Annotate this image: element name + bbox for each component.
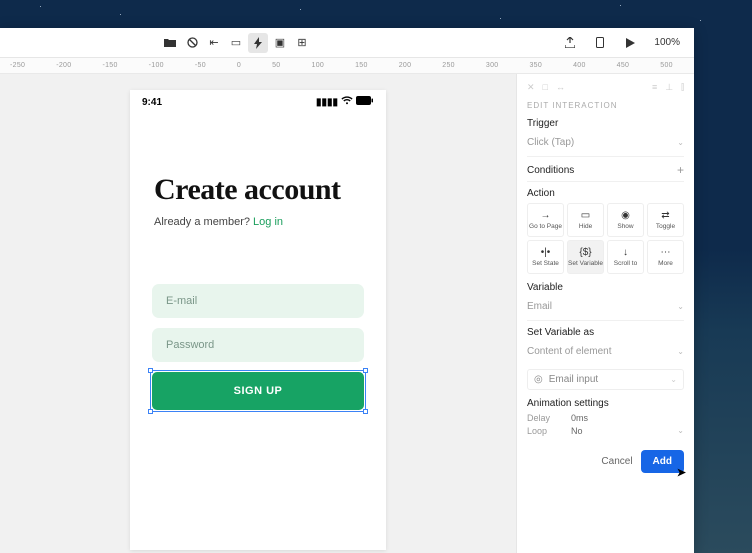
setvar-select[interactable]: Content of element⌄ [527, 342, 684, 365]
chevron-down-icon: ⌄ [677, 302, 684, 311]
password-field[interactable]: Password [152, 328, 364, 362]
signup-button[interactable]: SIGN UP [152, 372, 364, 410]
eye-icon: ◉ [621, 211, 630, 221]
panel-mini-tools: ✕□↔≡⊥⫿ [527, 82, 684, 93]
folder-icon[interactable] [160, 33, 180, 53]
zoom-level[interactable]: 100% [650, 37, 684, 48]
app-window: ⇤ ▭ ▣ ⊞ 100% -250-200-150-100-5005010015… [0, 28, 694, 553]
delay-label: Delay [527, 413, 571, 423]
action-set-variable[interactable]: {$}Set Variable [567, 240, 604, 274]
login-link[interactable]: Log in [253, 216, 283, 228]
delay-input[interactable]: 0ms [571, 413, 684, 423]
trigger-select[interactable]: Click (Tap)⌄ [527, 133, 684, 157]
more-icon: ⋯ [661, 248, 671, 258]
element-picker[interactable]: ◎ Email input ⌄ [527, 369, 684, 390]
loop-label: Loop [527, 426, 571, 436]
scroll-icon: ↓ [623, 248, 628, 258]
setvar-label: Set Variable as [527, 327, 684, 338]
action-scroll-to[interactable]: ↓Scroll to [607, 240, 644, 274]
action-label: Action [527, 188, 684, 199]
toggle-icon: ⇄ [661, 211, 669, 221]
distribute-icon[interactable]: ▭ [226, 33, 246, 53]
variable-label: Variable [527, 282, 684, 293]
inspector-panel: ✕□↔≡⊥⫿ EDIT INTERACTION Trigger Click (T… [516, 74, 694, 553]
artboard-mobile[interactable]: 9:41 ▮▮▮▮ Create account Already a membe… [130, 90, 386, 550]
action-show[interactable]: ◉Show [607, 203, 644, 237]
device-icon[interactable] [590, 33, 610, 53]
device-time: 9:41 [142, 97, 162, 108]
variable-icon: {$} [579, 248, 591, 258]
chevron-down-icon: ⌄ [670, 375, 677, 384]
wifi-icon [341, 96, 353, 108]
target-icon: ◎ [534, 374, 543, 385]
horizontal-ruler: -250-200-150-100-50050100150200250300350… [0, 58, 694, 74]
animation-label: Animation settings [527, 398, 684, 409]
action-toggle[interactable]: ⇄Toggle [647, 203, 684, 237]
panel-header: EDIT INTERACTION [527, 101, 684, 110]
interactions-icon[interactable] [248, 33, 268, 53]
canvas[interactable]: 9:41 ▮▮▮▮ Create account Already a membe… [0, 74, 516, 553]
add-button[interactable]: Add ➤ [641, 450, 684, 473]
hide-icon: ▭ [581, 211, 590, 221]
cancel-button[interactable]: Cancel [601, 456, 632, 467]
chevron-down-icon: ⌄ [677, 138, 684, 147]
chevron-down-icon: ⌄ [677, 347, 684, 356]
action-set-state[interactable]: •|•Set State [527, 240, 564, 274]
subtitle: Already a member? Log in [130, 210, 386, 228]
action-more[interactable]: ⋯More [647, 240, 684, 274]
add-condition-button[interactable]: + [677, 163, 684, 177]
email-field[interactable]: E-mail [152, 284, 364, 318]
device-status-bar: 9:41 ▮▮▮▮ [130, 90, 386, 114]
action-hide[interactable]: ▭Hide [567, 203, 604, 237]
layers-icon[interactable]: ▣ [270, 33, 290, 53]
top-toolbar: ⇤ ▭ ▣ ⊞ 100% [0, 28, 694, 58]
grid-icon[interactable]: ⊞ [292, 33, 312, 53]
align-icon[interactable]: ⇤ [204, 33, 224, 53]
action-grid: →Go to Page ▭Hide ◉Show ⇄Toggle •|•Set S… [527, 203, 684, 274]
action-go-to-page[interactable]: →Go to Page [527, 203, 564, 237]
component-icon[interactable] [182, 33, 202, 53]
conditions-label: Conditions [527, 165, 574, 176]
signal-icon: ▮▮▮▮ [316, 97, 338, 108]
trigger-label: Trigger [527, 118, 684, 129]
variable-select[interactable]: Email⌄ [527, 297, 684, 321]
arrow-right-icon: → [541, 211, 551, 221]
chevron-down-icon: ⌄ [677, 426, 684, 436]
state-icon: •|• [541, 248, 551, 258]
export-icon[interactable] [560, 33, 580, 53]
page-title: Create account [130, 114, 386, 210]
battery-icon [356, 96, 374, 108]
play-icon[interactable] [620, 33, 640, 53]
loop-select[interactable]: No⌄ [571, 426, 684, 436]
cursor-icon: ➤ [677, 466, 686, 479]
